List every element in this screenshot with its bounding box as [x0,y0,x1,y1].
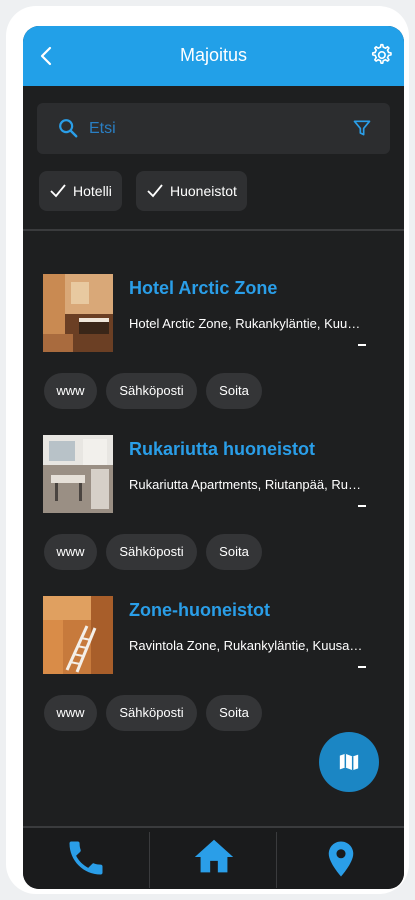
nav-location[interactable] [277,828,403,889]
app-screen: Majoitus Etsi Hotelli Huoneistot Hotel A… [23,26,404,889]
call-button[interactable]: Soita [206,695,262,731]
app-header: Majoitus [23,26,404,86]
listing-title[interactable]: Zone-huoneistot [129,600,270,621]
listing-title[interactable]: Hotel Arctic Zone [129,278,277,299]
email-button[interactable]: Sähköposti [106,695,197,731]
phone-frame: Majoitus Etsi Hotelli Huoneistot Hotel A… [6,6,409,894]
action-buttons: www Sähköposti Soita [44,534,384,570]
listing-address: Ravintola Zone, Rukankyläntie, Kuusamo [129,638,364,653]
home-icon [194,839,234,873]
map-button[interactable] [319,732,379,792]
filter-chip-huoneistot[interactable]: Huoneistot [136,171,247,211]
check-icon [147,184,163,198]
listing-title[interactable]: Rukariutta huoneistot [129,439,315,460]
dash-mark [358,344,366,346]
filter-icon[interactable] [352,118,372,138]
location-pin-icon [328,841,354,877]
email-button[interactable]: Sähköposti [106,373,197,409]
page-title: Majoitus [179,45,248,65]
bottom-nav [23,826,404,889]
dash-mark [358,505,366,507]
apartment-interior-photo [43,435,113,513]
dash-mark [358,666,366,668]
nav-home[interactable] [150,828,276,889]
email-button[interactable]: Sähköposti [106,534,197,570]
search-input[interactable] [87,115,341,143]
call-button[interactable]: Soita [206,534,262,570]
action-buttons: www Sähköposti Soita [44,695,384,731]
listing-address: Rukariutta Apartments, Riutanpää, Rukatu… [129,477,364,492]
action-buttons: www Sähköposti Soita [44,373,384,409]
search-icon [59,119,78,138]
filter-chip-label: Huoneistot [170,183,237,199]
call-button[interactable]: Soita [206,373,262,409]
divider [23,229,404,231]
list-item: Zone-huoneistot Ravintola Zone, Rukankyl… [23,596,404,736]
listing-address: Hotel Arctic Zone, Rukankyläntie, Kuusam… [129,316,364,331]
map-icon [339,753,359,771]
search-bar [37,103,390,154]
filter-chip-hotelli[interactable]: Hotelli [39,171,122,211]
list-item: Hotel Arctic Zone Hotel Arctic Zone, Ruk… [23,274,404,414]
www-button[interactable]: www [44,373,97,409]
check-icon [50,184,66,198]
filter-chip-label: Hotelli [73,183,112,199]
nav-phone[interactable] [23,828,149,889]
hotel-room-photo [43,274,113,352]
phone-icon [69,841,103,875]
gear-icon [371,43,392,64]
settings-button[interactable] [368,42,394,68]
www-button[interactable]: www [44,534,97,570]
list-item: Rukariutta huoneistot Rukariutta Apartme… [23,435,404,575]
wooden-stairs-photo [43,596,113,674]
www-button[interactable]: www [44,695,97,731]
